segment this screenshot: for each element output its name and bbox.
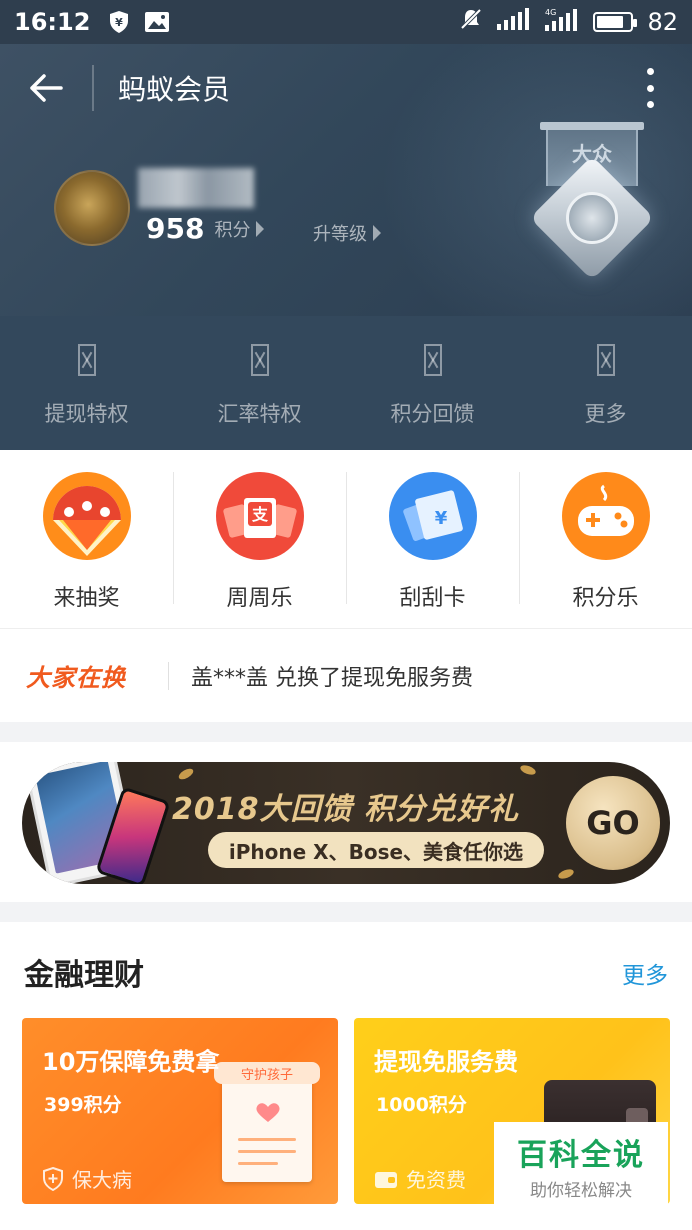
signal-icon bbox=[497, 8, 531, 36]
promo-banner-section: 2018大回馈 积分兑好礼 iPhone X、Bose、美食任你选 GO bbox=[0, 742, 692, 902]
shield-yen-icon: ¥ bbox=[106, 9, 132, 35]
game-scratch-card[interactable]: ¥ 刮刮卡 bbox=[346, 450, 519, 628]
card-tag: 保大病 bbox=[42, 1164, 132, 1193]
level-medal[interactable]: 大众 bbox=[522, 122, 662, 292]
privilege-label: 积分回馈 bbox=[390, 402, 475, 426]
svg-text:¥: ¥ bbox=[434, 508, 447, 529]
alipay-cards-icon: 支 bbox=[215, 472, 304, 560]
certificate-label: 守护孩子 bbox=[214, 1062, 320, 1084]
more-menu-button[interactable] bbox=[638, 68, 662, 108]
broken-image-icon bbox=[596, 344, 615, 376]
broken-image-icon bbox=[423, 344, 442, 376]
mute-icon bbox=[459, 7, 483, 37]
gamepad-icon bbox=[561, 472, 650, 560]
card-title: 提现免服务费 bbox=[374, 1048, 518, 1076]
promo-banner[interactable]: 2018大回馈 积分兑好礼 iPhone X、Bose、美食任你选 GO bbox=[22, 762, 670, 884]
banner-subtitle: iPhone X、Bose、美食任你选 bbox=[208, 832, 544, 868]
dot-icon bbox=[646, 68, 654, 75]
points-value: 958 bbox=[146, 212, 205, 245]
exchange-ticker[interactable]: 大家在换 盖***盖 兑换了提现免服务费 bbox=[0, 628, 692, 722]
go-button[interactable]: GO bbox=[566, 776, 660, 870]
medal-ribbon-top bbox=[540, 122, 644, 130]
broken-image-icon bbox=[250, 344, 269, 376]
ticker-tag: 大家在换 bbox=[26, 664, 126, 692]
ticker-message: 盖***盖 兑换了提现免服务费 bbox=[191, 665, 473, 691]
broken-image-icon bbox=[77, 344, 96, 376]
ticker-divider bbox=[168, 661, 169, 690]
dot-icon bbox=[646, 84, 654, 92]
card-points: 1000积分 bbox=[376, 1094, 467, 1116]
privilege-label: 提现特权 bbox=[44, 402, 129, 426]
status-bar: 16:12 ¥ 4G 82 bbox=[0, 0, 692, 44]
wallet-icon bbox=[375, 1171, 397, 1188]
game-label: 来抽奖 bbox=[53, 586, 120, 611]
scratch-ticket-icon: ¥ bbox=[388, 472, 477, 560]
watermark: 百科全说 助你轻松解决 bbox=[494, 1122, 668, 1208]
user-name-redacted bbox=[138, 168, 254, 208]
card-tag-label: 保大病 bbox=[72, 1168, 132, 1192]
leaf-decoration bbox=[557, 867, 575, 881]
dot-icon bbox=[646, 101, 654, 108]
game-lottery[interactable]: 来抽奖 bbox=[0, 450, 173, 628]
privilege-more[interactable]: 更多 bbox=[519, 316, 692, 450]
game-points-fun[interactable]: 积分乐 bbox=[519, 450, 692, 628]
nav-divider bbox=[92, 65, 94, 111]
game-label: 周周乐 bbox=[226, 586, 293, 611]
leaf-decoration bbox=[519, 763, 537, 777]
card-tag: 免资费 bbox=[374, 1164, 466, 1193]
game-label: 刮刮卡 bbox=[399, 586, 466, 611]
section-title: 金融理财 bbox=[24, 958, 144, 993]
medal-core-icon bbox=[566, 192, 618, 244]
game-weekly[interactable]: 支 周周乐 bbox=[173, 450, 346, 628]
points-unit: 积分 bbox=[214, 219, 251, 241]
svg-text:¥: ¥ bbox=[116, 16, 124, 29]
shield-plus-icon bbox=[43, 1166, 63, 1191]
card-tag-label: 免资费 bbox=[406, 1168, 466, 1192]
chevron-right-icon bbox=[373, 225, 381, 241]
hands-heart-icon bbox=[256, 1103, 280, 1122]
svg-text:支: 支 bbox=[250, 505, 268, 524]
finance-card-insurance[interactable]: 守护孩子 10万保障免费拿 399积分 保大病 bbox=[22, 1018, 338, 1204]
privilege-exchange-rate[interactable]: 汇率特权 bbox=[173, 316, 346, 450]
watermark-title: 百科全说 bbox=[517, 1137, 645, 1173]
member-header: 蚂蚁会员 958 积分 升等级 大众 bbox=[0, 44, 692, 316]
card-title: 10万保障免费拿 bbox=[42, 1048, 220, 1076]
leaf-decoration bbox=[177, 766, 195, 782]
points-games-row: 来抽奖 支 周周乐 ¥ 刮刮卡 积分乐 bbox=[0, 450, 692, 628]
chevron-right-icon bbox=[256, 220, 265, 237]
privilege-label: 更多 bbox=[584, 402, 627, 426]
certificate-image: 守护孩子 bbox=[214, 1062, 320, 1182]
page-title: 蚂蚁会员 bbox=[118, 73, 231, 106]
battery-icon bbox=[593, 12, 638, 32]
arrow-left-icon bbox=[30, 74, 63, 102]
battery-percent: 82 bbox=[647, 8, 678, 36]
privilege-withdraw[interactable]: 提现特权 bbox=[0, 316, 173, 450]
watermark-subtitle: 助你轻松解决 bbox=[530, 1180, 632, 1201]
upgrade-link[interactable]: 升等级 bbox=[313, 220, 381, 246]
nav-bar: 蚂蚁会员 bbox=[0, 44, 692, 132]
lottery-wheel-icon bbox=[42, 472, 131, 560]
image-icon bbox=[144, 9, 170, 35]
banner-title: 2018大回馈 积分兑好礼 bbox=[172, 792, 519, 827]
privilege-points-reward[interactable]: 积分回馈 bbox=[346, 316, 519, 450]
svg-text:4G: 4G bbox=[545, 8, 556, 17]
back-button[interactable] bbox=[0, 44, 92, 132]
privileges-bar: 提现特权 汇率特权 积分回馈 更多 bbox=[0, 316, 692, 450]
upgrade-label: 升等级 bbox=[313, 224, 367, 245]
card-points: 399积分 bbox=[44, 1094, 122, 1116]
game-label: 积分乐 bbox=[572, 586, 639, 611]
avatar[interactable] bbox=[54, 170, 130, 246]
points-link[interactable]: 958 积分 bbox=[146, 212, 265, 245]
signal-4g-icon: 4G bbox=[545, 7, 579, 37]
status-time: 16:12 bbox=[14, 8, 91, 36]
privilege-label: 汇率特权 bbox=[217, 402, 302, 426]
finance-more-link[interactable]: 更多 bbox=[622, 956, 668, 990]
